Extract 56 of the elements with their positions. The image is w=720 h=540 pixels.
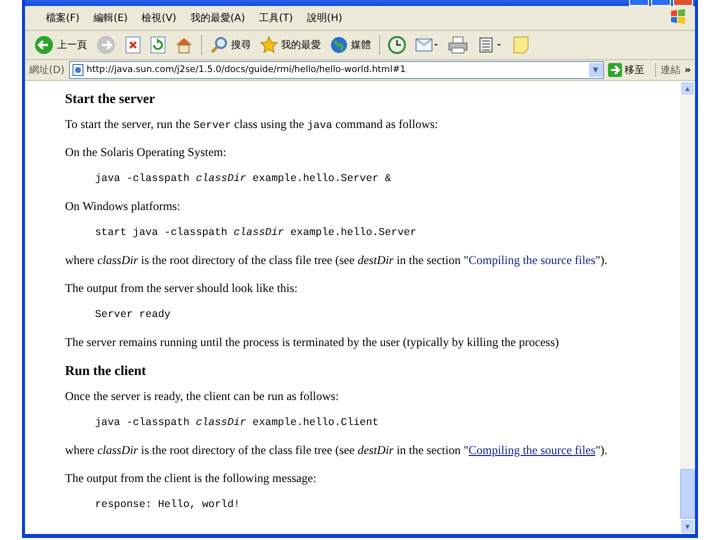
paragraph: Once the server is ready, the client can be run as follows: bbox=[65, 389, 340, 404]
menu-item[interactable]: 檔案(F) bbox=[39, 9, 87, 27]
maximize-button[interactable] bbox=[651, 0, 671, 6]
menu-item[interactable]: 我的最愛(A) bbox=[183, 9, 252, 27]
paragraph: The output from the client is the following message: bbox=[65, 471, 318, 486]
favorites-button[interactable]: 我的最愛 bbox=[257, 34, 324, 56]
code-line: Server ready bbox=[95, 309, 172, 321]
history-button[interactable] bbox=[385, 34, 409, 56]
menu-item[interactable]: 檢視(V) bbox=[134, 9, 184, 27]
refresh-icon bbox=[150, 36, 166, 54]
code-line: response: Hello, world! bbox=[95, 499, 241, 511]
paragraph: where classDir is the root directory of the class file tree (see destDir in the section "Compiling the source files"). bbox=[65, 253, 608, 268]
more-chevron[interactable]: » bbox=[684, 64, 691, 76]
search-icon bbox=[210, 36, 228, 54]
links-label[interactable]: 連結 bbox=[654, 63, 681, 77]
go-arrow-icon bbox=[608, 63, 622, 77]
button-label: 我的最愛 bbox=[281, 38, 321, 52]
paragraph: On Windows platforms: bbox=[65, 199, 182, 214]
link[interactable]: Compiling the source files bbox=[468, 253, 596, 267]
media-button[interactable]: 媒體 bbox=[327, 34, 374, 56]
paragraph: The server remains running until the process is terminated by the user (typically by killing the process) bbox=[65, 335, 560, 350]
address-label: 網址(D) bbox=[29, 64, 65, 77]
paragraph: On the Solaris Operating System: bbox=[65, 145, 228, 160]
code-line: java -classpath classDir example.hello.Client bbox=[95, 417, 380, 429]
link[interactable]: Compiling the source files bbox=[468, 443, 596, 457]
close-button[interactable] bbox=[673, 0, 693, 6]
code-line: java -classpath classDir example.hello.Server & bbox=[95, 173, 392, 185]
back-button[interactable]: 上一頁 bbox=[31, 33, 90, 57]
paragraph: To start the server, run the Server class using the java command as follows: bbox=[65, 117, 439, 132]
search-button[interactable]: 搜尋 bbox=[207, 34, 254, 56]
minimize-button[interactable] bbox=[629, 0, 649, 6]
button-label: 媒體 bbox=[351, 39, 371, 52]
document-icon bbox=[477, 36, 503, 54]
url-text: http://java.sun.com/j2se/1.5.0/docs/guide/rmi/hello/hello-world.html#1 bbox=[86, 65, 406, 75]
clock-icon bbox=[388, 36, 406, 54]
scroll-thumb[interactable] bbox=[680, 469, 695, 519]
page-icon bbox=[72, 64, 84, 76]
go-button[interactable]: 移至 bbox=[608, 63, 651, 77]
menu-item[interactable]: 工具(T) bbox=[252, 9, 300, 27]
printer-icon bbox=[448, 36, 468, 54]
note-icon bbox=[512, 36, 530, 54]
menu-item[interactable]: 編輯(E) bbox=[86, 9, 135, 27]
envelope-icon bbox=[415, 36, 439, 54]
stop-icon bbox=[125, 36, 141, 54]
section-heading: Run the client bbox=[65, 363, 147, 379]
globe-icon bbox=[330, 36, 348, 54]
button-label: 搜尋 bbox=[231, 38, 251, 52]
star-icon bbox=[260, 36, 278, 54]
home-icon bbox=[175, 36, 193, 54]
paragraph: where classDir is the root directory of the class file tree (see destDir in the section "Compiling the source files"). bbox=[65, 443, 608, 458]
section-heading: Start the server bbox=[65, 91, 156, 107]
windows-flag-icon bbox=[669, 8, 687, 26]
paragraph: The output from the server should look like this: bbox=[65, 281, 299, 296]
menu-item[interactable]: 說明(H) bbox=[300, 9, 350, 27]
code-line: start java -classpath classDir example.hello.Server bbox=[95, 227, 418, 239]
button-label: 上一頁 bbox=[57, 38, 87, 52]
